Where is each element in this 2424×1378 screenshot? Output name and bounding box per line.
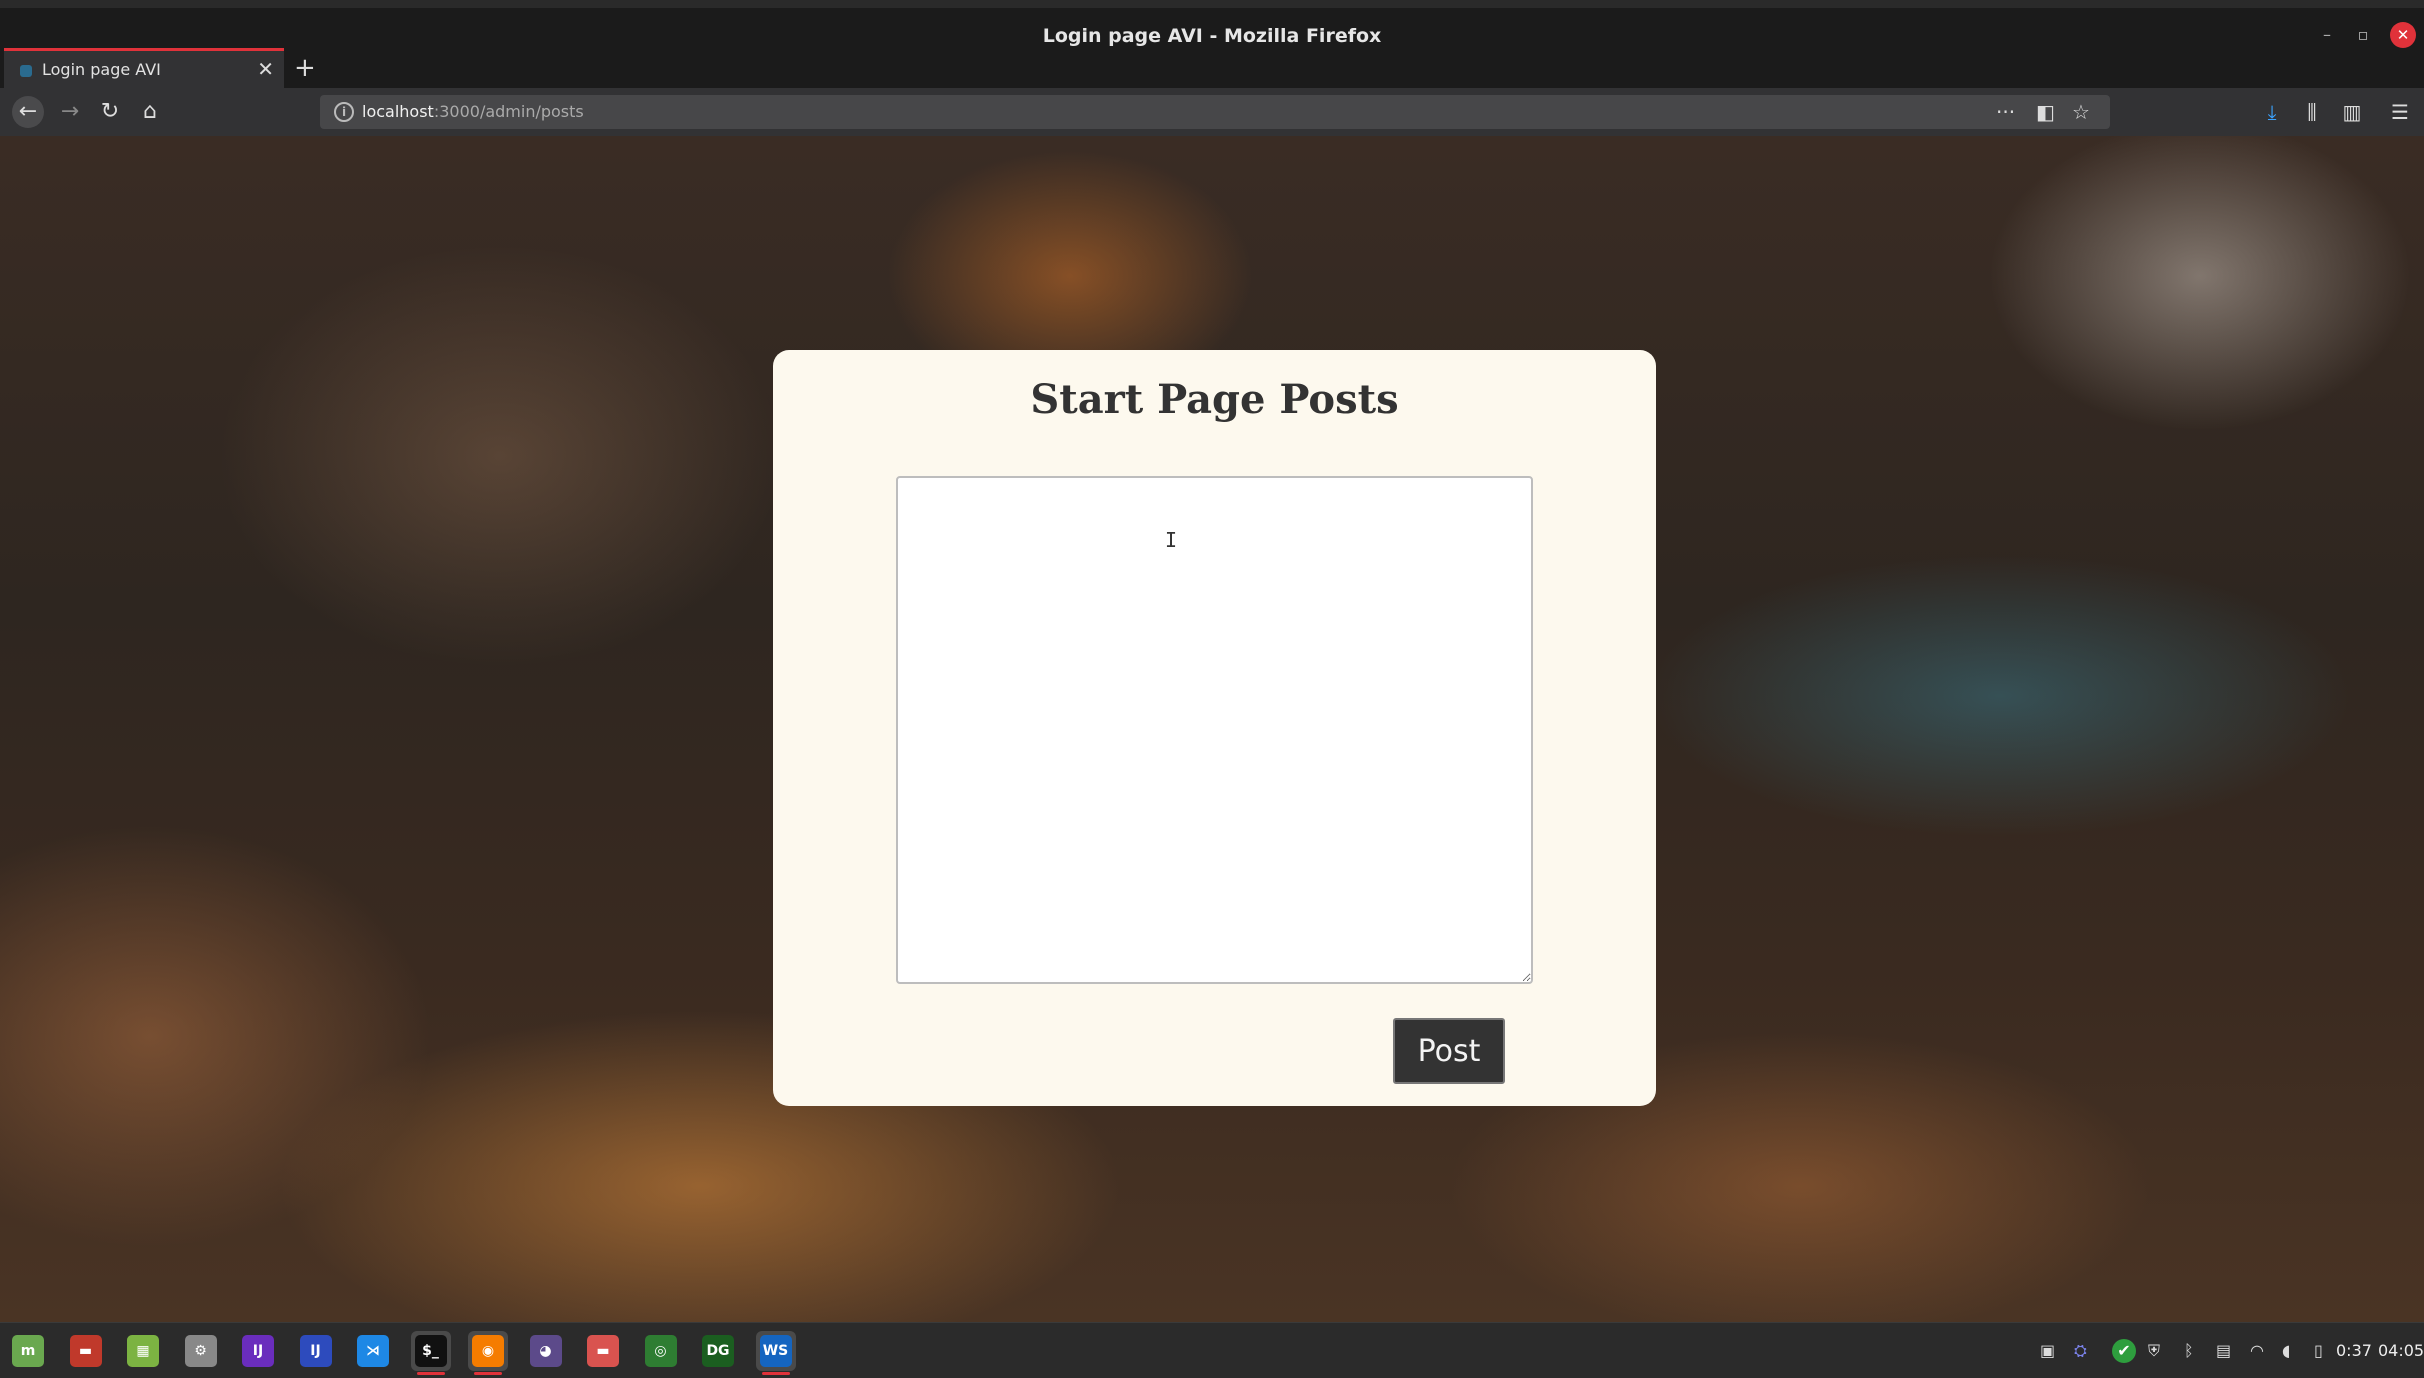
folder-red-icon[interactable]: ▬ <box>66 1331 106 1371</box>
page-title: Start Page Posts <box>1030 376 1399 423</box>
site-info-icon[interactable]: i <box>334 102 354 122</box>
tab-strip: Login page AVI ✕ + <box>0 48 2424 88</box>
wifi-icon[interactable]: ◠ <box>2250 1339 2264 1363</box>
post-card: Start Page Posts I Post <box>773 350 1656 1106</box>
battery-time: 0:37 <box>2336 1341 2372 1360</box>
shield-icon[interactable]: ⛨ <box>2148 1339 2160 1363</box>
intellij-ce-icon[interactable]: IJ <box>296 1331 336 1371</box>
post-button[interactable]: Post <box>1393 1018 1505 1084</box>
webstorm-icon-glyph: WS <box>759 1335 792 1367</box>
chrome-icon-glyph: ◎ <box>644 1335 677 1367</box>
vscode-icon[interactable]: ⋊ <box>353 1331 393 1371</box>
tab-login-page-avi[interactable]: Login page AVI ✕ <box>4 48 284 88</box>
intellij-icon[interactable]: IJ <box>238 1331 278 1371</box>
url-path: :3000/admin/posts <box>433 102 584 121</box>
home-button[interactable]: ⌂ <box>134 96 166 128</box>
close-tab-icon[interactable]: ✕ <box>257 51 274 88</box>
terminal-icon-glyph: $_ <box>414 1335 447 1367</box>
battery-icon[interactable]: ▯ <box>2314 1339 2323 1363</box>
firefox-icon[interactable]: ◉ <box>468 1331 508 1375</box>
minimize-icon[interactable]: – <box>2314 22 2340 48</box>
files-icon[interactable]: ▬ <box>583 1331 623 1371</box>
close-window-icon[interactable]: ✕ <box>2390 22 2416 48</box>
volume-icon[interactable]: ◖ <box>2282 1339 2290 1363</box>
page-viewport: Start Page Posts I Post <box>0 136 2424 1322</box>
text-cursor-icon: I <box>1165 528 1178 552</box>
datagrip-icon[interactable]: DG <box>698 1331 738 1371</box>
settings-toggle-icon[interactable]: ⚙ <box>181 1331 221 1371</box>
navigation-toolbar: ← → ↻ ⌂ i localhost:3000/admin/posts ···… <box>0 88 2424 136</box>
favicon-icon <box>20 65 32 77</box>
clock[interactable]: 04:05 <box>2378 1339 2424 1363</box>
datagrip-icon-glyph: DG <box>702 1335 734 1367</box>
intellij-icon-glyph: IJ <box>242 1335 274 1367</box>
running-indicator <box>761 1372 790 1375</box>
clipboard-icon[interactable]: ▤ <box>2216 1339 2231 1363</box>
forward-button[interactable]: → <box>54 96 86 128</box>
intellij-ce-icon-glyph: IJ <box>299 1335 332 1367</box>
vscode-icon-glyph: ⋊ <box>357 1335 389 1367</box>
settings-toggle-icon-glyph: ⚙ <box>184 1335 217 1367</box>
check-icon[interactable]: ✔ <box>2112 1339 2136 1363</box>
spreadsheet-icon[interactable]: ▦ <box>123 1331 163 1371</box>
terminal-icon[interactable]: $_ <box>410 1331 451 1375</box>
github-icon-glyph: ◕ <box>529 1335 562 1367</box>
mint-menu-icon[interactable]: m <box>8 1331 48 1371</box>
downloads-icon[interactable]: ⤓ <box>2256 96 2288 128</box>
url-host: localhost <box>362 102 434 121</box>
webstorm-icon[interactable]: WS <box>755 1331 796 1375</box>
teams-icon[interactable]: ⛭ <box>2074 1339 2087 1363</box>
maximize-icon[interactable]: ▫ <box>2350 22 2376 48</box>
url-bar[interactable]: i localhost:3000/admin/posts ··· ◧ ☆ <box>320 95 2110 129</box>
sidebar-icon[interactable]: ▥ <box>2336 96 2368 128</box>
new-tab-button[interactable]: + <box>294 48 316 88</box>
url-text[interactable]: localhost:3000/admin/posts <box>362 95 584 129</box>
pocket-icon[interactable]: ◧ <box>2036 95 2055 129</box>
chrome-icon[interactable]: ◎ <box>641 1331 681 1371</box>
mint-menu-icon-glyph: m <box>12 1335 44 1367</box>
bluetooth-icon[interactable]: ᛒ <box>2184 1339 2194 1363</box>
folder-red-icon-glyph: ▬ <box>69 1335 102 1367</box>
back-button[interactable]: ← <box>12 96 44 128</box>
menu-icon[interactable]: ☰ <box>2384 96 2416 128</box>
files-icon-glyph: ▬ <box>587 1335 619 1367</box>
post-textarea[interactable] <box>896 476 1533 984</box>
camera-icon[interactable]: ▣ <box>2040 1339 2055 1363</box>
github-icon[interactable]: ◕ <box>526 1331 566 1371</box>
firefox-icon-glyph: ◉ <box>472 1335 504 1367</box>
tab-label: Login page AVI <box>42 60 161 79</box>
library-icon[interactable]: ⫼ <box>2296 96 2328 128</box>
running-indicator <box>474 1372 502 1375</box>
page-actions-icon[interactable]: ··· <box>1996 95 2015 129</box>
spreadsheet-icon-glyph: ▦ <box>127 1335 159 1367</box>
running-indicator <box>416 1372 445 1375</box>
reload-button[interactable]: ↻ <box>94 96 126 128</box>
taskbar: m ▬ ▦ ⚙ IJ IJ ⋊ $_ ◉ ◕ ▬ ◎ DG WS ▣ ⛭ ✔ ⛨ ᛒ ▤ ◠ ◖ ▯ 0:… <box>0 1322 2424 1378</box>
bookmark-star-icon[interactable]: ☆ <box>2072 95 2090 129</box>
